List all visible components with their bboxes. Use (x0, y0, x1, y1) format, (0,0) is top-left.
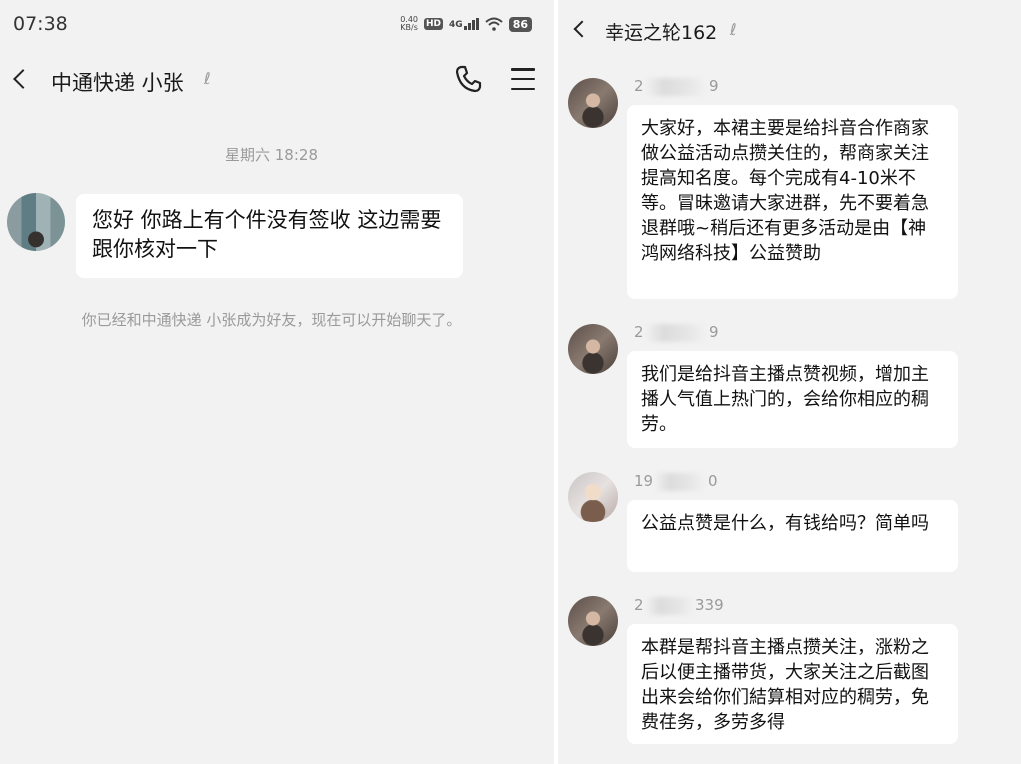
battery-icon: 86 (508, 16, 532, 32)
avatar[interactable] (568, 324, 618, 374)
redacted-name (654, 473, 706, 491)
group-title: 幸运之轮162 (605, 22, 718, 44)
sender-name-end: 339 (695, 596, 724, 614)
network-speed: 0.40 KB/s (400, 15, 419, 32)
chat-title: 中通快递 小张 (51, 71, 184, 95)
message-bubble: 公益点赞是什么，有钱给吗？简单吗 (627, 500, 958, 572)
redacted-name (645, 324, 707, 342)
hd-icon: HD (424, 18, 444, 30)
sender-name-end: 0 (708, 472, 718, 490)
message-bubble: 我们是给抖音主播点赞视频，增加主播人气值上热门的，会给你相应的稠劳。 (627, 351, 958, 448)
message-timestamp: 星期六 18:28 (225, 146, 318, 164)
avatar[interactable] (568, 596, 618, 646)
sender-name-start: 2 (634, 323, 644, 341)
back-arrow-icon[interactable] (13, 69, 33, 89)
system-note: 你已经和中通快递 小张成为好友，现在可以开始聊天了。 (81, 311, 462, 329)
avatar[interactable] (568, 472, 618, 522)
back-arrow-icon[interactable] (573, 20, 591, 38)
ear-icon: ℓ (204, 69, 211, 88)
redacted-name (645, 78, 707, 96)
status-time: 07:38 (13, 13, 68, 35)
ear-icon: ℓ (730, 20, 737, 39)
sender-name-start: 19 (634, 472, 654, 490)
sender-name-end: 9 (709, 323, 719, 341)
sender-name-start: 2 (634, 77, 644, 95)
redacted-name (645, 597, 695, 615)
sender-name-start: 2 (634, 596, 644, 614)
avatar[interactable] (568, 78, 618, 128)
signal-icon: 4G (449, 18, 479, 30)
message-bubble: 大家好，本裙主要是给抖音合作商家做公益活动点攒关住的，帮商家关注提高知名度。每个… (627, 105, 958, 299)
menu-icon[interactable] (511, 68, 535, 90)
left-chat-screen: 07:38 0.40 KB/s HD 4G 86 中通快递 小张 ℓ 星期六 1… (0, 0, 554, 764)
chat-header: 中通快递 小张 ℓ (0, 60, 554, 100)
status-icons: 0.40 KB/s HD 4G 86 (400, 14, 532, 34)
wifi-icon (485, 17, 503, 31)
phone-icon[interactable] (452, 63, 484, 95)
sender-name-end: 9 (709, 77, 719, 95)
avatar[interactable] (7, 193, 65, 251)
message-bubble: 您好 你路上有个件没有签收 这边需要跟你核对一下 (76, 194, 463, 278)
message-bubble: 本群是帮抖音主播点攒关注，涨粉之后以便主播带货，大家关注之后截图出来会给你们結算… (627, 624, 958, 744)
group-chat-header: 幸运之轮162 ℓ (558, 12, 1021, 50)
